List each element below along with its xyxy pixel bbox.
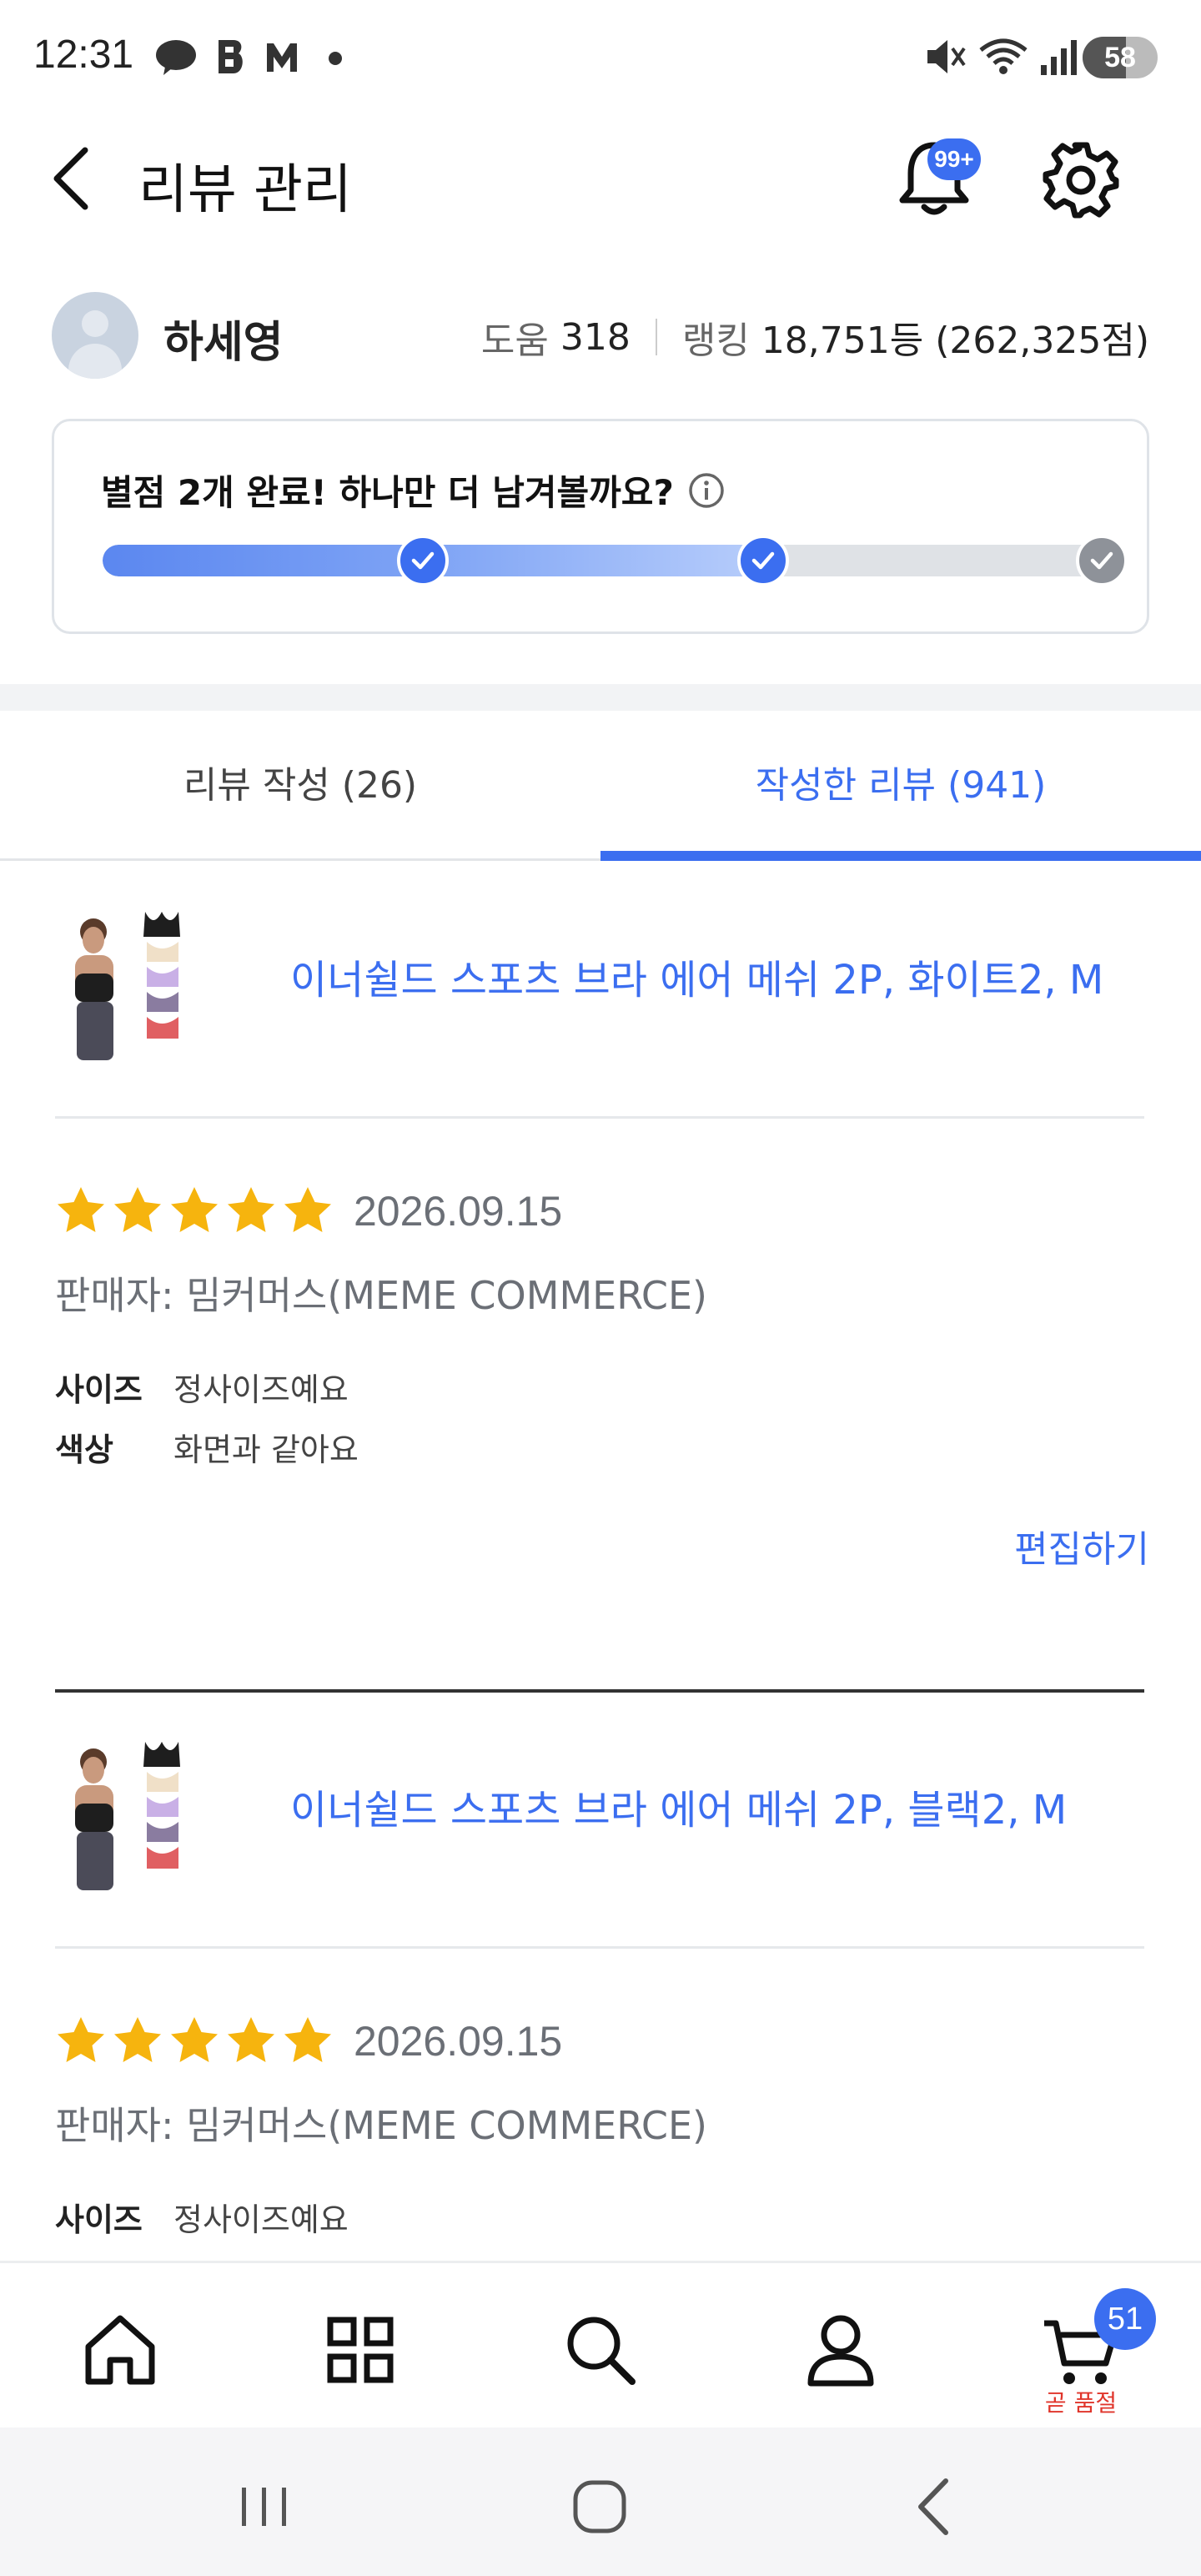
review-tabs: 리뷰 작성 (26) 작성한 리뷰 (941) — [0, 711, 1201, 861]
status-bar: 12:31 58 — [0, 0, 1201, 112]
review-date: 2026.09.15 — [354, 2018, 563, 2065]
my-page-icon[interactable] — [799, 2308, 882, 2392]
attribute-row: 사이즈 정사이즈예요 — [55, 2194, 349, 2240]
profile-stats: 도움 318 랭킹 18,751등 (262,325점) — [481, 310, 1149, 364]
user-name: 하세영 — [163, 318, 284, 368]
progress-step-complete — [737, 535, 789, 586]
star-icon — [114, 1187, 161, 1232]
app-header: 리뷰 관리 99+ — [0, 112, 1201, 245]
progress-track — [103, 545, 1103, 576]
star-icon — [284, 2017, 331, 2062]
help-value: 318 — [560, 315, 631, 359]
home-icon[interactable] — [78, 2308, 162, 2392]
cart-label: 곧 품절 — [1044, 2389, 1118, 2417]
progress-message-text: 별점 2개 완료! 하나만 더 남겨볼까요? — [101, 472, 674, 513]
product-thumbnail[interactable] — [60, 1733, 224, 1897]
rating-stars — [55, 2015, 334, 2066]
attribute-key: 사이즈 — [55, 2201, 143, 2238]
attribute-row: 색상 화면과 같아요 — [55, 1424, 359, 1470]
stats-divider — [655, 319, 657, 355]
info-icon[interactable] — [687, 471, 726, 510]
avatar[interactable] — [52, 292, 138, 379]
seller-name: 판매자: 밈커머스(MEME COMMERCE) — [55, 2103, 708, 2148]
battery-icon: 58 — [1083, 37, 1158, 78]
help-label: 도움 — [480, 319, 549, 362]
active-tab-indicator — [600, 851, 1201, 861]
m-app-icon — [267, 43, 297, 72]
star-icon — [228, 2017, 274, 2062]
progress-message: 별점 2개 완료! 하나만 더 남겨볼까요? — [101, 465, 726, 516]
home-system-icon[interactable] — [562, 2469, 637, 2544]
divider — [55, 1116, 1144, 1119]
progress-step-complete — [397, 535, 449, 586]
check-icon — [751, 551, 775, 570]
star-icon — [171, 1187, 218, 1232]
b-app-icon — [219, 40, 243, 73]
star-icon — [228, 1187, 274, 1232]
seller-name: 판매자: 밈커머스(MEME COMMERCE) — [55, 1273, 708, 1318]
search-icon[interactable] — [559, 2308, 642, 2392]
dot-icon — [329, 52, 342, 65]
check-icon — [1090, 551, 1113, 570]
ranking-label: 랭킹 — [681, 319, 750, 362]
back-system-icon[interactable] — [897, 2469, 972, 2544]
review-card: 이너쉴드 스포츠 브라 에어 메쉬 2P, 블랙2, M 2026.09.15 … — [0, 1693, 1201, 2261]
attribute-value: 화면과 같아요 — [173, 1431, 359, 1468]
attribute-key: 사이즈 — [55, 1371, 143, 1408]
system-navigation-bar — [0, 2428, 1201, 2576]
star-icon — [58, 2017, 104, 2062]
star-icon — [114, 2017, 161, 2062]
profile-row: 하세영 도움 318 랭킹 18,751등 (262,325점) — [0, 290, 1201, 382]
rating-progress-card: 별점 2개 완료! 하나만 더 남겨볼까요? — [52, 419, 1149, 634]
product-name[interactable]: 이너쉴드 스포츠 브라 에어 메쉬 2P, 화이트2, M — [290, 947, 1103, 1005]
divider — [55, 1946, 1144, 1949]
ranking-value: 18,751등 (262,325점) — [761, 319, 1149, 362]
product-row[interactable]: 이너쉴드 스포츠 브라 에어 메쉬 2P, 화이트2, M — [0, 863, 1201, 1072]
wifi-icon — [979, 38, 1028, 74]
category-icon[interactable] — [319, 2308, 402, 2392]
check-icon — [411, 551, 435, 570]
recent-apps-icon[interactable] — [227, 2469, 302, 2544]
progress-step-pending — [1076, 535, 1128, 586]
cart-badge: 51 — [1094, 2288, 1156, 2350]
review-separator — [55, 1689, 1144, 1693]
product-name[interactable]: 이너쉴드 스포츠 브라 에어 메쉬 2P, 블랙2, M — [290, 1777, 1067, 1835]
product-thumbnail[interactable] — [60, 903, 224, 1067]
review-date: 2026.09.15 — [354, 1188, 563, 1235]
attribute-key: 색상 — [55, 1431, 113, 1468]
product-row[interactable]: 이너쉴드 스포츠 브라 에어 메쉬 2P, 블랙2, M — [0, 1693, 1201, 1902]
bottom-navigation: 51 곧 품절 — [0, 2261, 1201, 2428]
star-icon — [284, 1187, 331, 1232]
review-card: 이너쉴드 스포츠 브라 에어 메쉬 2P, 화이트2, M 2026.09.15… — [0, 863, 1201, 1698]
talk-icon — [156, 40, 196, 75]
star-icon — [58, 1187, 104, 1232]
signal-icon — [1041, 40, 1077, 75]
battery-level: 58 — [1104, 42, 1136, 73]
back-icon[interactable] — [47, 145, 97, 212]
edit-review-button[interactable]: 편집하기 — [1014, 1519, 1149, 1572]
attribute-value: 정사이즈예요 — [173, 2201, 349, 2238]
mute-icon — [927, 40, 966, 73]
star-icon — [171, 2017, 218, 2062]
status-time: 12:31 — [33, 33, 134, 77]
page-title: 리뷰 관리 — [138, 159, 352, 221]
settings-gear-icon[interactable] — [1039, 138, 1123, 222]
section-gap — [0, 684, 1201, 711]
attribute-row: 사이즈 정사이즈예요 — [55, 1364, 349, 1410]
notification-badge: 99+ — [927, 138, 981, 180]
tab-written-reviews[interactable]: 작성한 리뷰 (941) — [600, 711, 1201, 861]
tab-write-review[interactable]: 리뷰 작성 (26) — [0, 711, 600, 861]
attribute-value: 정사이즈예요 — [173, 1371, 349, 1408]
rating-stars — [55, 1185, 334, 1236]
